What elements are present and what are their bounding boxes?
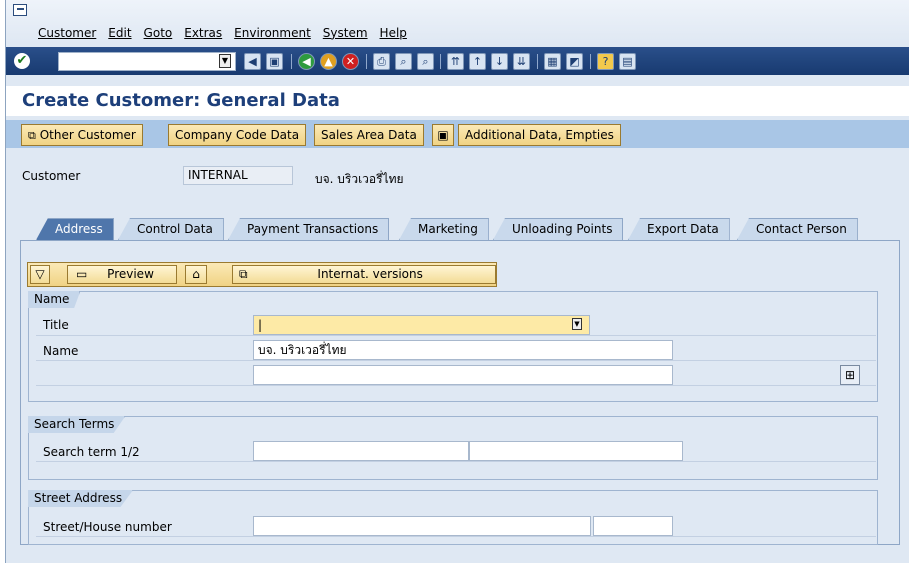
tab-control-data[interactable]: Control Data bbox=[118, 218, 224, 240]
menu-environment[interactable]: Environment bbox=[234, 26, 311, 40]
exit-icon[interactable]: ▲ bbox=[320, 53, 337, 70]
shortcut-icon[interactable]: ◩ bbox=[566, 53, 583, 70]
command-history-icon[interactable]: ▼ bbox=[219, 54, 231, 68]
dropdown-arrow-icon[interactable]: ▼ bbox=[572, 318, 582, 330]
international-versions-label: Internat. versions bbox=[317, 267, 423, 281]
print-preview-icon: ▭ bbox=[76, 267, 88, 281]
print-icon[interactable]: ⎙ bbox=[373, 53, 390, 70]
tab-marketing[interactable]: Marketing bbox=[399, 218, 489, 240]
tab-export-data[interactable]: Export Data bbox=[628, 218, 730, 240]
sales-area-data-button[interactable]: Sales Area Data bbox=[314, 124, 424, 146]
tab-address[interactable]: Address bbox=[36, 218, 114, 240]
tab-unloading-points[interactable]: Unloading Points bbox=[493, 218, 624, 240]
find-icon[interactable]: ⌕ bbox=[395, 53, 412, 70]
other-customer-button[interactable]: ⧉ Other Customer bbox=[21, 124, 143, 146]
international-versions-button[interactable]: ⧉ Internat. versions bbox=[232, 265, 496, 284]
customer-number-field: INTERNAL bbox=[183, 166, 293, 185]
more-fields-icon[interactable]: ⊞ bbox=[840, 365, 860, 385]
previous-page-icon[interactable]: ↑ bbox=[469, 53, 486, 70]
find-next-icon[interactable]: ⌕ bbox=[417, 53, 434, 70]
street-address-header: Street Address bbox=[28, 490, 134, 507]
first-page-icon[interactable]: ⇈ bbox=[447, 53, 464, 70]
toolbar-separator bbox=[590, 54, 591, 69]
enter-check-icon[interactable]: ✔ bbox=[14, 53, 30, 69]
cancel-icon[interactable]: ✕ bbox=[342, 53, 359, 70]
toolbar-separator bbox=[537, 54, 538, 69]
preview-label: Preview bbox=[107, 267, 154, 281]
preview-button[interactable]: ▭ Preview bbox=[67, 265, 177, 284]
name2-field[interactable] bbox=[253, 365, 673, 385]
search-terms-header: Search Terms bbox=[28, 416, 126, 433]
menu-edit[interactable]: Edit bbox=[108, 26, 131, 40]
title-label: Title bbox=[43, 318, 69, 332]
toolbar-separator bbox=[366, 54, 367, 69]
help-icon[interactable]: ? bbox=[597, 53, 614, 70]
menu-system[interactable]: System bbox=[323, 26, 368, 40]
tab-payment-transactions[interactable]: Payment Transactions bbox=[228, 218, 390, 240]
menu-items: Customer Edit Goto Extras Environment Sy… bbox=[38, 26, 419, 40]
next-page-icon[interactable]: ↓ bbox=[491, 53, 508, 70]
layout-menu-icon[interactable]: ▤ bbox=[619, 53, 636, 70]
edit-address-icon[interactable]: ⌂ bbox=[185, 265, 207, 284]
back-arrow-icon[interactable]: ◀ bbox=[244, 53, 261, 70]
additional-data-icon[interactable]: ▣ bbox=[432, 124, 454, 146]
additional-data-empties-button[interactable]: Additional Data, Empties bbox=[458, 124, 621, 146]
other-customer-icon: ⧉ bbox=[28, 129, 36, 142]
customer-label: Customer bbox=[22, 169, 81, 183]
system-menu-icon[interactable] bbox=[13, 4, 27, 16]
customer-name-display: บจ. บริวเวอรี่ไทย bbox=[315, 172, 404, 186]
last-page-icon[interactable]: ⇊ bbox=[513, 53, 530, 70]
search-term-2-field[interactable] bbox=[469, 441, 683, 461]
title-dropdown[interactable]: | bbox=[253, 315, 590, 335]
house-number-field[interactable] bbox=[593, 516, 673, 536]
tab-contact-person[interactable]: Contact Person bbox=[737, 218, 858, 240]
toolbar-separator bbox=[440, 54, 441, 69]
menu-help[interactable]: Help bbox=[380, 26, 407, 40]
company-code-data-button[interactable]: Company Code Data bbox=[168, 124, 307, 146]
versions-icon: ⧉ bbox=[239, 267, 248, 281]
save-icon[interactable]: ▣ bbox=[266, 53, 283, 70]
search-term-1-field[interactable] bbox=[253, 441, 469, 461]
name-group-header: Name bbox=[28, 291, 81, 308]
other-customer-label: Other Customer bbox=[39, 128, 136, 142]
name1-field[interactable]: บจ. บริวเวอรี่ไทย bbox=[253, 340, 673, 360]
create-session-icon[interactable]: ▦ bbox=[544, 53, 561, 70]
search-term-label: Search term 1/2 bbox=[43, 445, 140, 459]
menu-customer[interactable]: Customer bbox=[38, 26, 96, 40]
toolbar-separator bbox=[291, 54, 292, 69]
command-field[interactable] bbox=[58, 52, 236, 71]
name-label: Name bbox=[43, 344, 79, 358]
street-label: Street/House number bbox=[43, 520, 172, 534]
street-field[interactable] bbox=[253, 516, 591, 536]
menu-goto[interactable]: Goto bbox=[144, 26, 173, 40]
page-title: Create Customer: General Data bbox=[22, 90, 340, 111]
collapse-icon[interactable]: ▽ bbox=[30, 265, 50, 284]
back-icon[interactable]: ◀ bbox=[298, 53, 315, 70]
menu-extras[interactable]: Extras bbox=[184, 26, 222, 40]
